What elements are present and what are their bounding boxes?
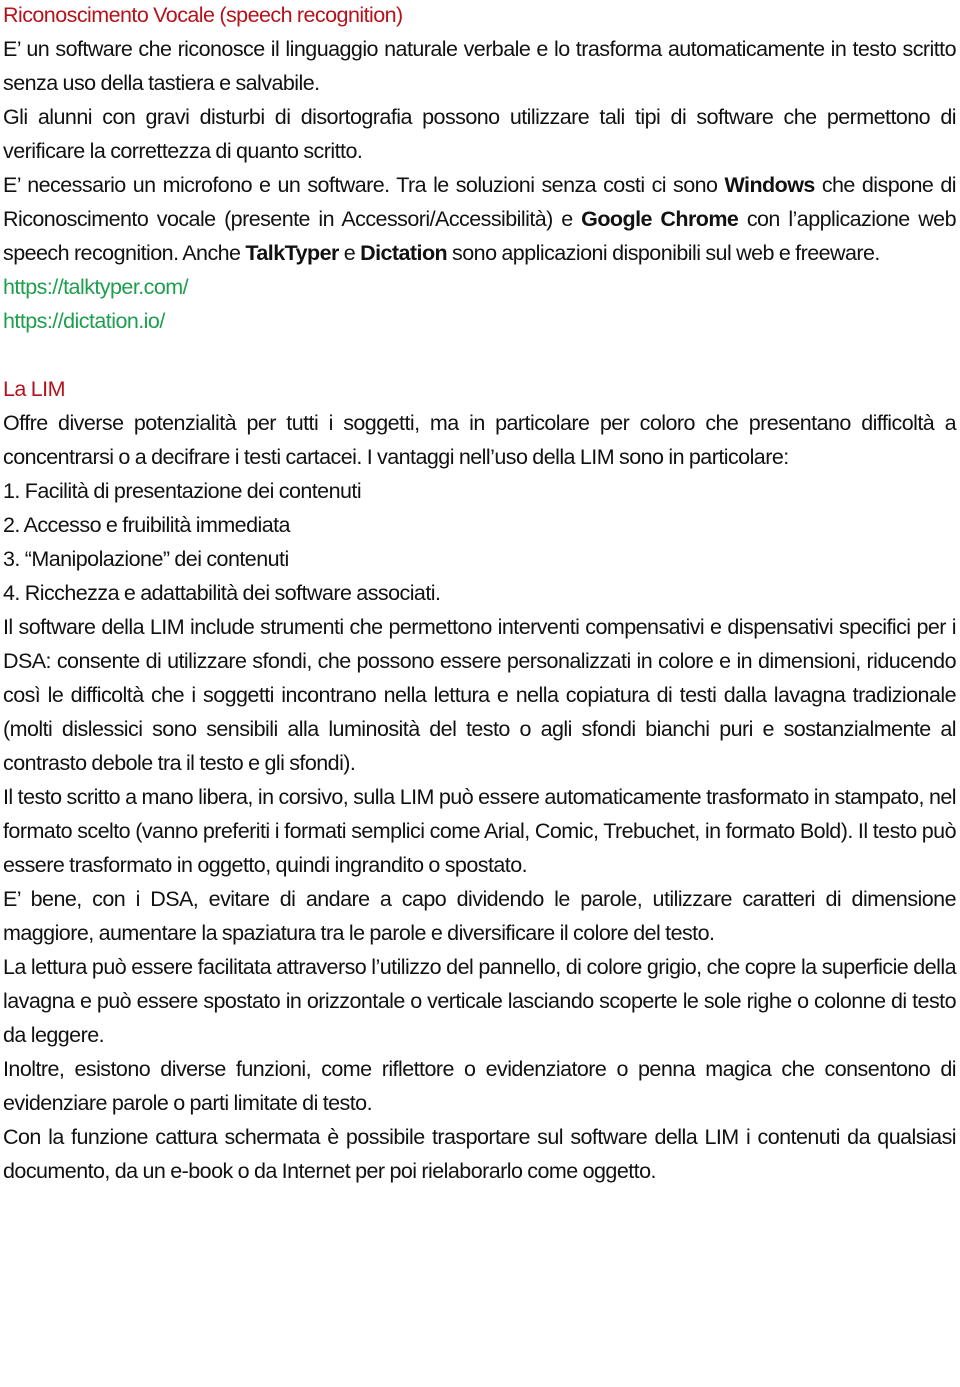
paragraph: Inoltre, esistono diverse funzioni, come…	[3, 1057, 957, 1115]
link-talktyper[interactable]: https://talktyper.com/	[3, 270, 956, 304]
paragraph: Il software della LIM include strumenti …	[3, 615, 957, 775]
section-heading-lim: La LIM	[3, 377, 65, 401]
list-item: 1. Facilità di presentazione dei contenu…	[3, 479, 362, 503]
bold-term-google-chrome: Google Chrome	[581, 207, 739, 231]
advantages-list: 1. Facilità di presentazione dei contenu…	[3, 474, 956, 610]
text: e	[338, 241, 361, 265]
paragraph: Offre diverse potenzialità per tutti i s…	[3, 411, 957, 469]
bold-term-talktyper: TalkTyper	[245, 241, 339, 265]
paragraph: Il testo scritto a mano libera, in corsi…	[3, 785, 957, 877]
document-page: Riconoscimento Vocale (speech recognitio…	[0, 0, 960, 1188]
list-item: 3. “Manipolazione” dei contenuti	[3, 547, 289, 571]
text: E’ necessario un microfono e un software…	[3, 173, 725, 197]
bold-term-windows: Windows	[724, 173, 815, 197]
paragraph: E’ un software che riconosce il linguagg…	[3, 37, 957, 95]
text: sono applicazioni disponibili sul web e …	[447, 241, 880, 265]
link-dictation[interactable]: https://dictation.io/	[3, 304, 956, 338]
bold-term-dictation: Dictation	[360, 241, 448, 265]
paragraph: E’ bene, con i DSA, evitare di andare a …	[3, 887, 957, 945]
paragraph: Con la funzione cattura schermata è poss…	[3, 1125, 957, 1183]
list-item: 2. Accesso e fruibilità immediata	[3, 513, 291, 537]
paragraph: Gli alunni con gravi disturbi di disorto…	[3, 105, 957, 163]
list-item: 4. Ricchezza e adattabilità dei software…	[3, 581, 441, 605]
paragraph-software-solutions: E’ necessario un microfono e un software…	[3, 168, 957, 270]
paragraph: La lettura può essere facilitata attrave…	[3, 955, 957, 1047]
section-heading-speech-recognition: Riconoscimento Vocale (speech recognitio…	[3, 3, 403, 27]
